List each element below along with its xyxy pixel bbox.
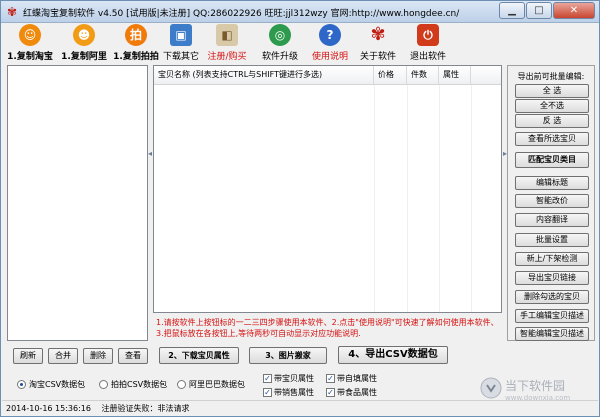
usage-note: 1.请按软件上按钮标的一二三四步骤使用本软件、2.点击"使用说明"可快速了解如何… — [156, 318, 499, 338]
smart-edit-desc-button[interactable]: 智能编辑宝贝描述 — [515, 327, 589, 341]
register-buy-button[interactable]: ◧ 注册/购买 — [204, 24, 250, 62]
column-header-price[interactable]: 价格 — [374, 66, 407, 85]
radio-paipai-label: 拍拍CSV数据包 — [111, 380, 168, 389]
status-timestamp: 2014-10-16 15:36:16 — [6, 404, 91, 413]
minimize-button[interactable]: ▁ — [499, 2, 525, 19]
copy-paipai-label: 1.复制拍拍 — [113, 52, 159, 62]
smart-price-button[interactable]: 智能改价 — [515, 194, 589, 208]
checkbox-checked[interactable]: ✓ — [263, 374, 272, 383]
exit-label: 退出软件 — [409, 52, 446, 62]
toolbar: ☺ 1.复制淘宝 ☻ 1.复制阿里 拍 1.复制拍拍 ▣ 下载其它 ◧ 注册/购… — [2, 23, 598, 63]
view-button[interactable]: 查看 — [118, 348, 148, 364]
checkbox-checked[interactable]: ✓ — [263, 388, 272, 397]
window-controls: ▁ □ ✕ — [498, 2, 595, 19]
close-button[interactable]: ✕ — [553, 2, 595, 19]
column-header-name[interactable]: 宝贝名称 (列表支持CTRL与SHIFT键进行多选) — [154, 66, 374, 85]
butterfly-app-icon: ✾ — [6, 5, 18, 19]
column-header-attributes[interactable]: 属性 — [439, 66, 471, 85]
edit-title-button[interactable]: 编辑标题 — [515, 176, 589, 190]
select-none-button[interactable]: 全不选 — [515, 99, 589, 113]
check-product-attributes-label: 带宝贝属性 — [274, 374, 314, 383]
status-message: 注册验证失败：非法请求 — [101, 404, 190, 413]
radio-paipai-csv[interactable]: 拍拍CSV数据包 — [99, 379, 167, 390]
listing-check-button[interactable]: 新上/下架检测 — [515, 252, 589, 266]
shopping-bag-icon: ◧ — [216, 24, 238, 46]
paipai-icon: 拍 — [125, 24, 147, 46]
delete-button[interactable]: 删除 — [83, 348, 113, 364]
radio-dot-selected[interactable] — [17, 380, 26, 389]
check-food-attributes[interactable]: ✓ 带食品属性 — [326, 387, 377, 398]
batch-edit-header: 导出前可批量编辑: — [517, 72, 585, 81]
check-sales-attributes[interactable]: ✓ 带销售属性 — [263, 387, 314, 398]
taobao-face-icon: ☺ — [19, 24, 41, 46]
copy-taobao-button[interactable]: ☺ 1.复制淘宝 — [4, 24, 56, 62]
upgrade-button[interactable]: ◎ 软件升级 — [258, 24, 302, 62]
maximize-button[interactable]: □ — [526, 2, 552, 19]
manual-edit-desc-button[interactable]: 手工编辑宝贝描述 — [515, 309, 589, 323]
view-selected-button[interactable]: 查看所选宝贝 — [515, 132, 589, 146]
download-other-label: 下载其它 — [162, 52, 199, 62]
radio-taobao-label: 淘宝CSV数据包 — [29, 380, 86, 389]
check-custom-attributes[interactable]: ✓ 带自填属性 — [326, 373, 377, 384]
merge-button[interactable]: 合并 — [48, 348, 78, 364]
alibaba-face-icon: ☻ — [73, 24, 95, 46]
register-buy-label: 注册/购买 — [207, 52, 247, 62]
checkbox-checked[interactable]: ✓ — [326, 374, 335, 383]
download-other-button[interactable]: ▣ 下载其它 — [160, 24, 202, 62]
splitter-left-arrow-icon[interactable]: ◂ — [148, 149, 152, 158]
title-bar[interactable]: ✾ 红蝶淘宝复制软件 v4.50 [试用版|未注册] QQ:286022926 … — [1, 1, 599, 23]
batch-settings-button[interactable]: 批量设置 — [515, 233, 589, 247]
match-category-button[interactable]: 匹配宝贝类目 — [515, 152, 589, 168]
category-list[interactable] — [7, 65, 148, 341]
computer-icon: ▣ — [170, 24, 192, 46]
checkbox-checked[interactable]: ✓ — [326, 388, 335, 397]
about-button[interactable]: ✾ 关于软件 — [356, 24, 400, 62]
status-bar: 2014-10-16 15:36:16 注册验证失败：非法请求 — [2, 400, 598, 416]
help-label: 使用说明 — [311, 52, 348, 62]
refresh-button[interactable]: 刷新 — [13, 348, 43, 364]
export-csv-button[interactable]: 4、导出CSV数据包 — [338, 346, 448, 364]
check-custom-attributes-label: 带自填属性 — [337, 374, 377, 383]
export-links-button[interactable]: 导出宝贝链接 — [515, 271, 589, 285]
help-icon: ? — [319, 24, 341, 46]
radio-dot[interactable] — [177, 380, 186, 389]
column-divider — [407, 85, 408, 312]
butterfly-icon: ✾ — [370, 24, 386, 45]
column-divider — [374, 85, 375, 312]
batch-edit-panel: 导出前可批量编辑: 全 选 全不选 反 选 查看所选宝贝 匹配宝贝类目 编辑标题… — [507, 65, 595, 341]
download-attributes-button[interactable]: 2、下载宝贝属性 — [159, 347, 239, 364]
invert-selection-button[interactable]: 反 选 — [515, 114, 589, 128]
help-button[interactable]: ? 使用说明 — [308, 24, 352, 62]
column-divider — [439, 85, 440, 312]
copy-alibaba-button[interactable]: ☻ 1.复制阿里 — [58, 24, 110, 62]
about-label: 关于软件 — [359, 52, 396, 62]
product-table[interactable]: 宝贝名称 (列表支持CTRL与SHIFT键进行多选) 价格 件数 属性 — [153, 65, 502, 313]
radio-alibaba-csv[interactable]: 阿里巴巴数据包 — [177, 379, 245, 390]
globe-icon: ◎ — [269, 24, 291, 46]
column-header-quantity[interactable]: 件数 — [407, 66, 439, 85]
check-food-attributes-label: 带食品属性 — [337, 388, 377, 397]
check-product-attributes[interactable]: ✓ 带宝贝属性 — [263, 373, 314, 384]
upgrade-label: 软件升级 — [261, 52, 298, 62]
radio-taobao-csv[interactable]: 淘宝CSV数据包 — [17, 379, 85, 390]
copy-paipai-button[interactable]: 拍 1.复制拍拍 — [110, 24, 162, 62]
table-header: 宝贝名称 (列表支持CTRL与SHIFT键进行多选) 价格 件数 属性 — [154, 66, 501, 85]
translate-button[interactable]: 内容翻译 — [515, 213, 589, 227]
window-title: 红蝶淘宝复制软件 v4.50 [试用版|未注册] QQ:286022926 旺旺… — [23, 9, 460, 19]
radio-alibaba-label: 阿里巴巴数据包 — [189, 380, 245, 389]
radio-dot[interactable] — [99, 380, 108, 389]
power-icon: ⏻ — [417, 24, 439, 46]
delete-checked-button[interactable]: 删除勾选的宝贝 — [515, 290, 589, 304]
exit-button[interactable]: ⏻ 退出软件 — [406, 24, 450, 62]
watermark: 当下软件园 www.downxia.com — [479, 375, 597, 403]
select-all-button[interactable]: 全 选 — [515, 84, 589, 98]
image-move-button[interactable]: 3、图片搬家 — [249, 347, 327, 364]
check-sales-attributes-label: 带销售属性 — [274, 388, 314, 397]
watermark-logo-icon: 当下软件园 www.downxia.com — [480, 377, 570, 402]
copy-taobao-label: 1.复制淘宝 — [7, 52, 53, 62]
copy-alibaba-label: 1.复制阿里 — [61, 52, 107, 62]
watermark-text: 当下软件园 — [505, 379, 565, 393]
column-divider — [471, 85, 472, 312]
app-window: ✾ 红蝶淘宝复制软件 v4.50 [试用版|未注册] QQ:286022926 … — [0, 0, 600, 417]
